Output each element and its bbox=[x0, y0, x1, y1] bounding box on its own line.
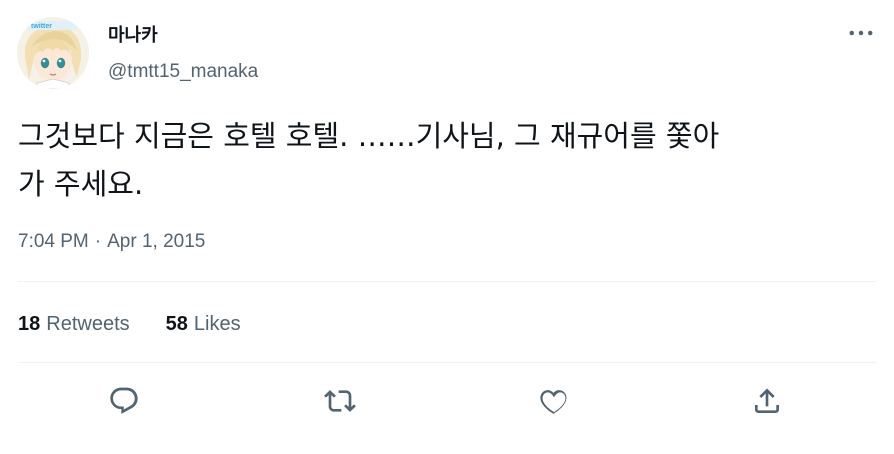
tweet-text-line-2: 가 주세요. bbox=[18, 167, 144, 201]
share-icon bbox=[755, 388, 779, 413]
tweet-text-line-1: 그것보다 지금은 호텔 호텔. ……기사님, 그 재규어를 쫓아 bbox=[18, 119, 720, 153]
timestamp-separator: · bbox=[94, 231, 102, 252]
tweet-stats: 18 Retweets 58 Likes bbox=[18, 310, 241, 338]
reply-button[interactable] bbox=[105, 382, 143, 420]
retweet-button[interactable] bbox=[321, 382, 359, 420]
share-button[interactable] bbox=[748, 382, 786, 420]
retweets-stat[interactable]: 18 Retweets bbox=[18, 310, 130, 338]
heart-icon bbox=[540, 390, 567, 415]
reply-icon bbox=[110, 387, 138, 414]
more-horizontal-icon bbox=[849, 30, 873, 36]
avatar[interactable]: twitter bbox=[17, 17, 89, 89]
like-button[interactable] bbox=[535, 382, 573, 420]
svg-text:twitter: twitter bbox=[31, 23, 52, 30]
likes-stat[interactable]: 58 Likes bbox=[166, 310, 241, 338]
divider-top bbox=[18, 281, 876, 282]
tweet-actions bbox=[0, 382, 894, 420]
retweet-icon bbox=[324, 390, 356, 412]
retweets-count: 18 bbox=[18, 313, 41, 335]
tweet-time[interactable]: 7:04 PM bbox=[18, 231, 89, 252]
divider-bottom bbox=[18, 362, 876, 363]
likes-label: Likes bbox=[193, 313, 241, 335]
tweet-timestamp[interactable]: 7:04 PM · Apr 1, 2015 bbox=[18, 229, 205, 255]
more-options-button[interactable] bbox=[848, 22, 874, 44]
display-name[interactable]: 마나카 bbox=[108, 24, 158, 48]
tweet-text: 그것보다 지금은 호텔 호텔. ……기사님, 그 재규어를 쫓아 가 주세요. bbox=[18, 112, 878, 208]
tweet-date[interactable]: Apr 1, 2015 bbox=[107, 231, 205, 252]
user-handle[interactable]: @tmtt15_manaka bbox=[108, 60, 258, 84]
retweets-label: Retweets bbox=[46, 313, 130, 335]
likes-count: 58 bbox=[165, 313, 188, 335]
avatar-image: twitter bbox=[17, 17, 89, 89]
